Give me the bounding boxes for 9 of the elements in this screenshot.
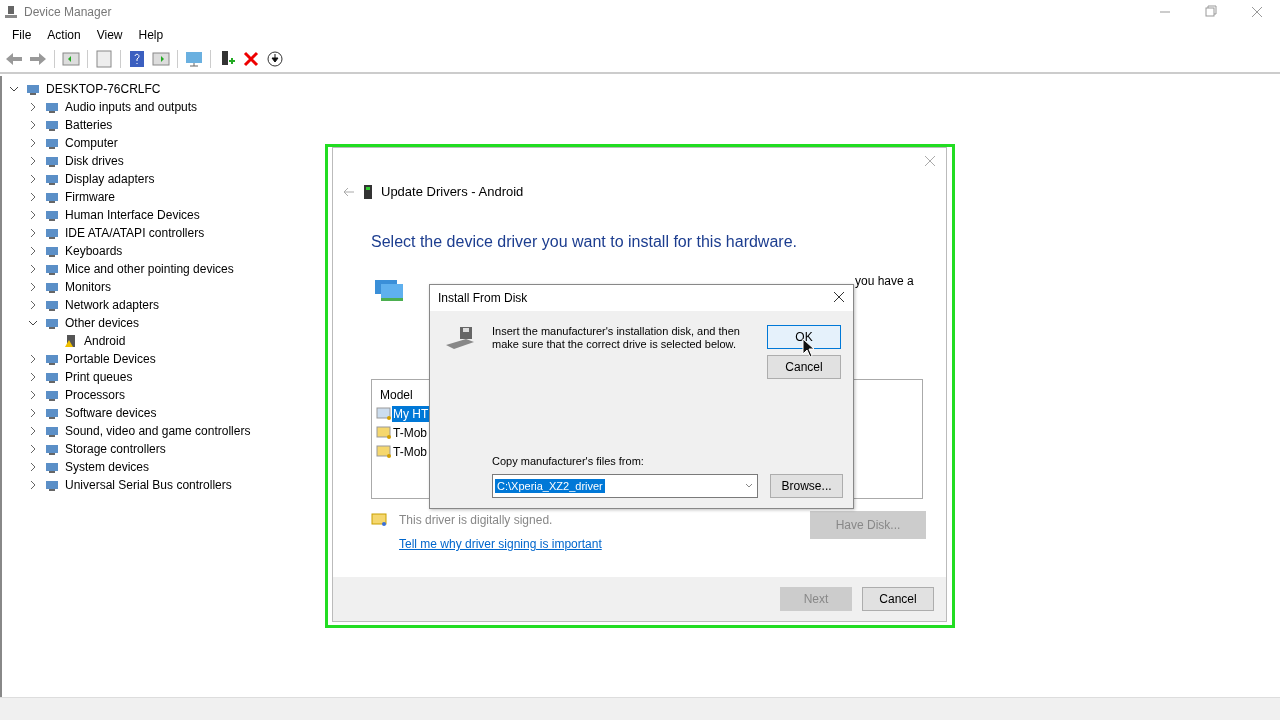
column-header: Model <box>379 387 414 404</box>
dialog-message: Insert the manufacturer's installation disk, and then make sure that the correct drive is selected below. <box>492 325 741 352</box>
field-label: Copy manufacturer's files from: <box>492 455 645 468</box>
dialog-title: Install From Disk <box>438 291 528 305</box>
instruction-text: you have a <box>855 274 914 288</box>
signature-text: This driver is digitally signed. <box>399 513 553 527</box>
window-title: Device Manager <box>24 5 112 19</box>
wizard-heading: Select the device driver you want to install for this hardware. <box>371 233 797 251</box>
wizard-title: Update Drivers - Android <box>381 184 524 199</box>
